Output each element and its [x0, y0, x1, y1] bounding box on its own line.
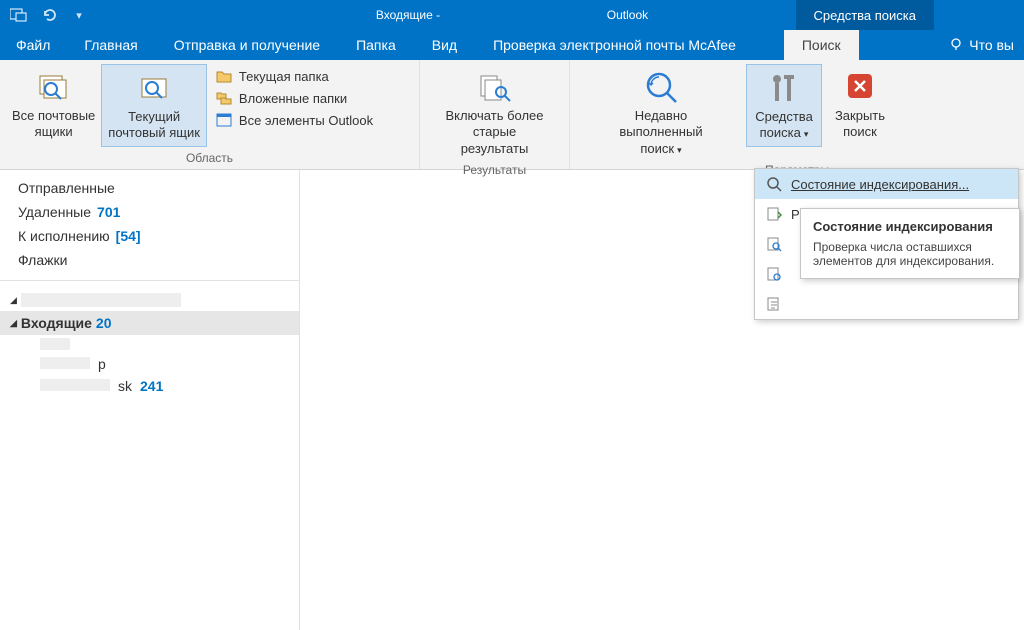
- bulb-icon: [949, 37, 963, 54]
- tab-search[interactable]: Поиск: [784, 30, 859, 60]
- current-folder-label: Текущая папка: [239, 69, 329, 84]
- nav-sent[interactable]: Отправленные: [0, 176, 299, 200]
- qat-customize-icon[interactable]: ▾: [66, 2, 92, 28]
- tab-folder[interactable]: Папка: [338, 30, 414, 60]
- tell-me[interactable]: Что вы: [939, 30, 1024, 60]
- group-options: Недавно выполненный поиск▾ Средства поис…: [570, 60, 1024, 169]
- subfolder-3-count: 241: [140, 378, 163, 394]
- title-redacted: [443, 8, 603, 22]
- tooltip-indexing-status: Состояние индексирования Проверка числа …: [800, 208, 1020, 279]
- nav-sent-label: Отправленные: [18, 180, 115, 196]
- current-mailbox-icon: [134, 69, 174, 105]
- title-bar: ▾ Входящие - Outlook Средства поиска: [0, 0, 1024, 30]
- nav-deleted[interactable]: Удаленные 701: [0, 200, 299, 224]
- subfolders-icon: [215, 90, 233, 106]
- nav-inbox-count: 20: [96, 315, 112, 331]
- tab-home[interactable]: Главная: [66, 30, 155, 60]
- nav-deleted-count: 701: [97, 204, 120, 220]
- nav-followup[interactable]: К исполнению 54: [0, 224, 299, 248]
- nav-separator: [0, 280, 299, 281]
- subfolders-button[interactable]: Вложенные папки: [211, 88, 377, 108]
- title-suffix: Outlook: [607, 8, 648, 22]
- group-scope-label: Область: [0, 149, 419, 169]
- menu-item-5[interactable]: [755, 289, 1018, 319]
- nav-followup-count: 54: [116, 228, 141, 244]
- subfolder-1-redacted: [40, 338, 70, 350]
- ribbon: Все почтовые ящики Текущий почтовый ящик…: [0, 60, 1024, 170]
- subfolders-label: Вложенные папки: [239, 91, 347, 106]
- window-title: Входящие - Outlook: [376, 8, 648, 23]
- menu-indexing-status-label: Состояние индексирования...: [791, 177, 1008, 192]
- all-outlook-items-button[interactable]: Все элементы Outlook: [211, 110, 377, 130]
- group-scope: Все почтовые ящики Текущий почтовый ящик…: [0, 60, 420, 169]
- tab-view[interactable]: Вид: [414, 30, 475, 60]
- subfolder-3-redacted: [40, 379, 110, 391]
- indexing-status-icon: [765, 175, 783, 193]
- nav-subfolder-3[interactable]: sk 241: [0, 375, 299, 397]
- collapse-icon: ◢: [10, 318, 17, 329]
- subfolder-3-suffix: sk: [118, 378, 132, 394]
- account-name-redacted: [21, 293, 181, 307]
- recent-searches-icon: [641, 68, 681, 104]
- nav-flags-label: Флажки: [18, 252, 67, 268]
- nav-followup-label: К исполнению: [18, 228, 110, 244]
- nav-subfolder-1[interactable]: [0, 335, 299, 353]
- tooltip-title: Состояние индексирования: [813, 219, 1007, 234]
- recent-searches-label: Недавно выполненный поиск▾: [606, 108, 716, 157]
- menu-item-2-icon: [765, 205, 783, 223]
- close-search-button[interactable]: Закрыть поиск: [822, 64, 898, 145]
- subfolder-2-redacted: [40, 357, 90, 369]
- group-results-label: Результаты: [420, 161, 569, 181]
- all-mailboxes-icon: [34, 68, 74, 104]
- current-mailbox-button[interactable]: Текущий почтовый ящик: [101, 64, 207, 147]
- search-tools-button[interactable]: Средства поиска▾: [746, 64, 822, 147]
- outlook-items-icon: [215, 112, 233, 128]
- tab-send-receive[interactable]: Отправка и получение: [156, 30, 338, 60]
- tell-me-label: Что вы: [969, 37, 1014, 53]
- title-prefix: Входящие -: [376, 8, 444, 22]
- tooltip-body: Проверка числа оставшихся элементов для …: [813, 240, 1007, 268]
- quick-access-toolbar: ▾: [0, 2, 98, 28]
- undo-icon[interactable]: [36, 2, 62, 28]
- nav-account[interactable]: ◢: [0, 289, 299, 311]
- collapse-icon: ◢: [10, 295, 17, 306]
- menu-indexing-status[interactable]: Состояние индексирования...: [755, 169, 1018, 199]
- include-older-label: Включать более старые результаты: [440, 108, 550, 157]
- qat-mail-icon[interactable]: [6, 2, 32, 28]
- folder-nav: Отправленные Удаленные 701 К исполнению …: [0, 170, 300, 630]
- search-tools-label: Средства поиска▾: [755, 109, 813, 142]
- nav-deleted-label: Удаленные: [18, 204, 91, 220]
- current-folder-button[interactable]: Текущая папка: [211, 66, 377, 86]
- include-older-icon: [475, 68, 515, 104]
- folder-icon: [215, 68, 233, 84]
- menu-item-4-icon: [765, 265, 783, 283]
- nav-subfolder-2[interactable]: р: [0, 353, 299, 375]
- ribbon-tabs: Файл Главная Отправка и получение Папка …: [0, 30, 1024, 60]
- recent-searches-button[interactable]: Недавно выполненный поиск▾: [576, 64, 746, 161]
- tab-file[interactable]: Файл: [0, 30, 66, 60]
- current-mailbox-label: Текущий почтовый ящик: [108, 109, 200, 142]
- group-results: Включать более старые результаты Результ…: [420, 60, 570, 169]
- context-tab-search-tools[interactable]: Средства поиска: [796, 0, 934, 30]
- all-mailboxes-button[interactable]: Все почтовые ящики: [6, 64, 101, 145]
- scope-stack: Текущая папка Вложенные папки Все элемен…: [211, 64, 377, 130]
- tab-mcafee[interactable]: Проверка электронной почты McAfee: [475, 30, 754, 60]
- menu-item-3-icon: [765, 235, 783, 253]
- include-older-button[interactable]: Включать более старые результаты: [434, 64, 556, 161]
- close-search-icon: [840, 68, 880, 104]
- subfolder-2-suffix: р: [98, 356, 106, 372]
- all-outlook-items-label: Все элементы Outlook: [239, 113, 373, 128]
- nav-flags[interactable]: Флажки: [0, 248, 299, 272]
- all-mailboxes-label: Все почтовые ящики: [12, 108, 95, 141]
- close-search-label: Закрыть поиск: [835, 108, 885, 141]
- nav-inbox[interactable]: ◢ Входящие 20: [0, 311, 299, 335]
- menu-item-5-icon: [765, 295, 783, 313]
- nav-inbox-label: Входящие: [21, 315, 92, 331]
- search-tools-icon: [764, 69, 804, 105]
